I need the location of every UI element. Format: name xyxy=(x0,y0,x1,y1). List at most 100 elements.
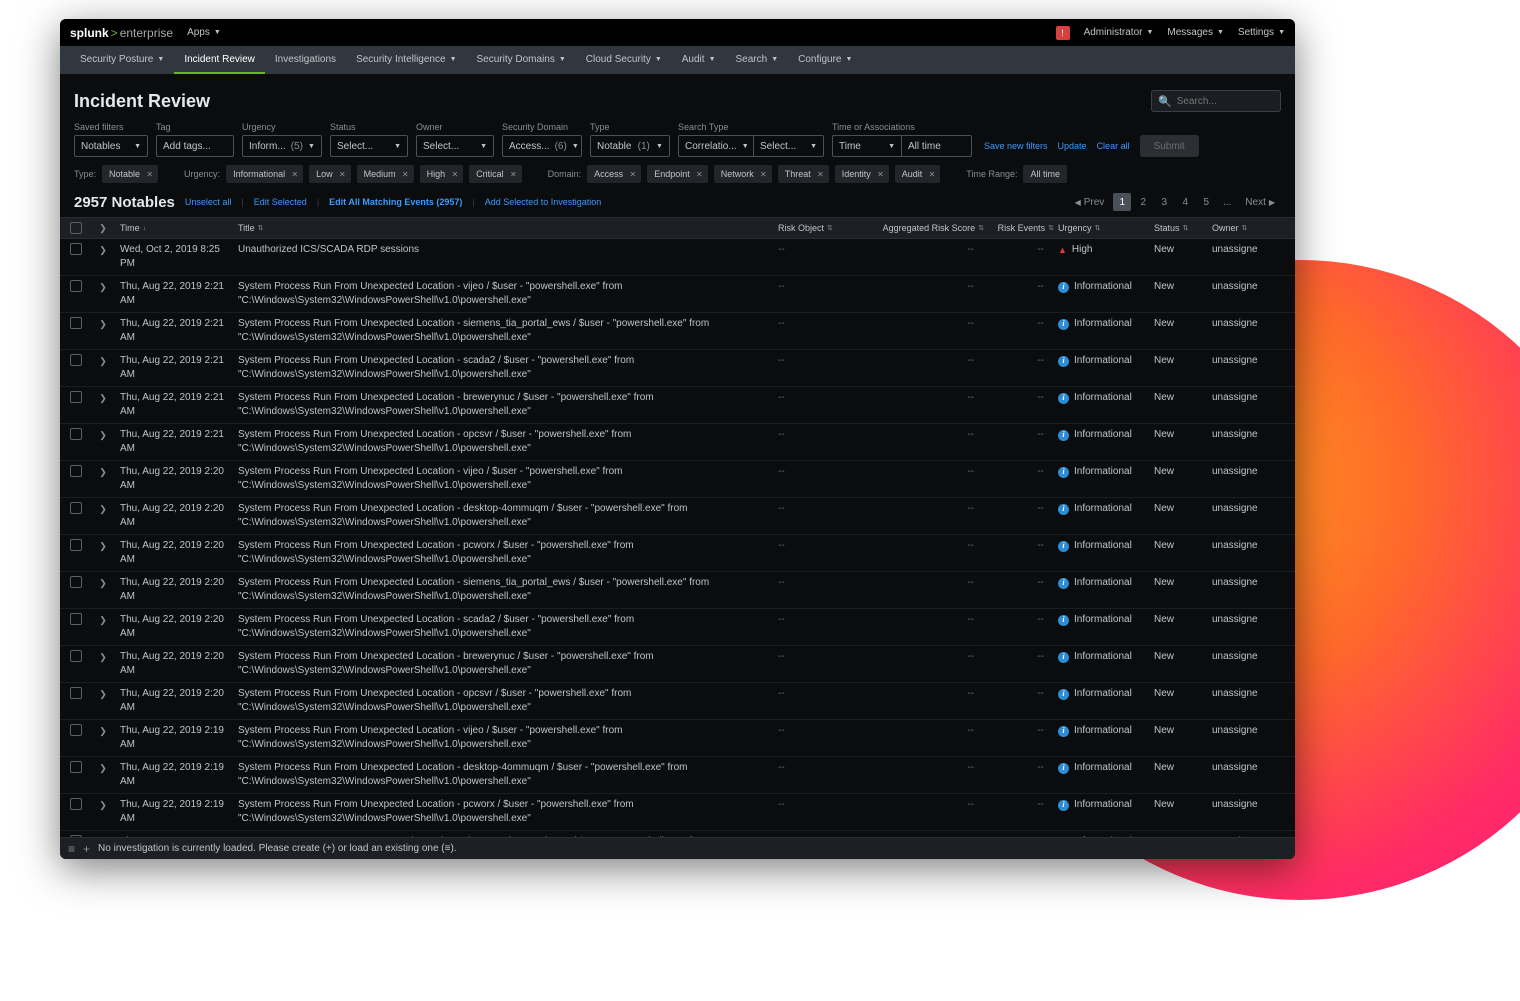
nav-security-domains[interactable]: Security Domains▼ xyxy=(467,46,576,74)
pager-prev[interactable]: ◀Prev xyxy=(1069,193,1111,211)
nav-search[interactable]: Search▼ xyxy=(726,46,789,74)
row-checkbox[interactable] xyxy=(70,391,82,403)
row-checkbox[interactable] xyxy=(70,576,82,588)
table-row[interactable]: ❯Thu, Aug 22, 2019 2:20 AMSystem Process… xyxy=(60,535,1295,572)
row-checkbox[interactable] xyxy=(70,502,82,514)
alert-badge[interactable]: ! xyxy=(1056,26,1070,40)
expand-all-icon[interactable]: ❯ xyxy=(90,221,116,235)
table-row[interactable]: ❯Thu, Aug 22, 2019 2:20 AMSystem Process… xyxy=(60,609,1295,646)
row-checkbox[interactable] xyxy=(70,465,82,477)
col-agg-risk-score[interactable]: Aggregated Risk Score⇅ xyxy=(874,223,984,233)
table-row[interactable]: ❯Thu, Aug 22, 2019 2:20 AMSystem Process… xyxy=(60,683,1295,720)
nav-cloud-security[interactable]: Cloud Security▼ xyxy=(576,46,672,74)
pill-informational[interactable]: Informational xyxy=(226,165,303,183)
row-checkbox[interactable] xyxy=(70,650,82,662)
expand-row-icon[interactable]: ❯ xyxy=(90,761,116,775)
update-link[interactable]: Update xyxy=(1058,141,1087,151)
urgency-dropdown[interactable]: Inform...(5)▼ xyxy=(242,135,322,157)
expand-row-icon[interactable]: ❯ xyxy=(90,613,116,627)
page-2[interactable]: 2 xyxy=(1134,193,1152,211)
nav-investigations[interactable]: Investigations xyxy=(265,46,346,74)
messages-menu[interactable]: Messages▼ xyxy=(1167,27,1224,38)
select-all-checkbox[interactable] xyxy=(70,222,82,234)
expand-row-icon[interactable]: ❯ xyxy=(90,354,116,368)
expand-row-icon[interactable]: ❯ xyxy=(90,650,116,664)
row-checkbox[interactable] xyxy=(70,243,82,255)
search-box[interactable]: 🔍 xyxy=(1151,90,1281,112)
pill-audit[interactable]: Audit xyxy=(895,165,941,183)
pill-network[interactable]: Network xyxy=(714,165,772,183)
tag-input[interactable]: Add tags... xyxy=(156,135,234,157)
nav-audit[interactable]: Audit▼ xyxy=(672,46,726,74)
table-row[interactable]: ❯Thu, Aug 22, 2019 2:19 AMSystem Process… xyxy=(60,794,1295,831)
expand-row-icon[interactable]: ❯ xyxy=(90,280,116,294)
search-type-secondary-dropdown[interactable]: Select...▼ xyxy=(754,135,824,157)
edit-selected-link[interactable]: Edit Selected xyxy=(254,197,307,207)
page-5[interactable]: 5 xyxy=(1197,193,1215,211)
expand-row-icon[interactable]: ❯ xyxy=(90,317,116,331)
table-row[interactable]: ❯Thu, Aug 22, 2019 2:20 AMSystem Process… xyxy=(60,498,1295,535)
expand-row-icon[interactable]: ❯ xyxy=(90,687,116,701)
table-row[interactable]: ❯Wed, Oct 2, 2019 8:25 PMUnauthorized IC… xyxy=(60,239,1295,276)
table-row[interactable]: ❯Thu, Aug 22, 2019 2:19 AMSystem Process… xyxy=(60,757,1295,794)
edit-all-matching-link[interactable]: Edit All Matching Events (2957) xyxy=(329,197,462,207)
pill-high[interactable]: High xyxy=(420,165,464,183)
time-range-dropdown[interactable]: All time xyxy=(902,135,972,157)
expand-row-icon[interactable]: ❯ xyxy=(90,576,116,590)
status-dropdown[interactable]: Select...▼ xyxy=(330,135,408,157)
nav-incident-review[interactable]: Incident Review xyxy=(174,46,265,74)
saved-filters-dropdown[interactable]: Notables▼ xyxy=(74,135,148,157)
type-dropdown[interactable]: Notable(1)▼ xyxy=(590,135,670,157)
search-input[interactable] xyxy=(1177,96,1274,107)
pill-identity[interactable]: Identity xyxy=(835,165,889,183)
col-status[interactable]: Status⇅ xyxy=(1150,223,1208,233)
col-urgency[interactable]: Urgency⇅ xyxy=(1054,223,1150,233)
pill-notable[interactable]: Notable xyxy=(102,165,158,183)
owner-dropdown[interactable]: Select...▼ xyxy=(416,135,494,157)
expand-row-icon[interactable]: ❯ xyxy=(90,798,116,812)
row-checkbox[interactable] xyxy=(70,687,82,699)
row-checkbox[interactable] xyxy=(70,354,82,366)
table-row[interactable]: ❯Thu, Aug 22, 2019 2:21 AMSystem Process… xyxy=(60,350,1295,387)
expand-row-icon[interactable]: ❯ xyxy=(90,539,116,553)
expand-row-icon[interactable]: ❯ xyxy=(90,243,116,257)
page-1[interactable]: 1 xyxy=(1113,193,1131,211)
pager-next[interactable]: Next▶ xyxy=(1239,193,1281,211)
page-4[interactable]: 4 xyxy=(1176,193,1194,211)
pill-access[interactable]: Access xyxy=(587,165,641,183)
admin-menu[interactable]: Administrator▼ xyxy=(1084,27,1154,38)
security-domain-dropdown[interactable]: Access...(6)▼ xyxy=(502,135,582,157)
pill-low[interactable]: Low xyxy=(309,165,351,183)
pill-endpoint[interactable]: Endpoint xyxy=(647,165,708,183)
add-icon[interactable]: + xyxy=(83,842,90,856)
row-checkbox[interactable] xyxy=(70,798,82,810)
table-row[interactable]: ❯Thu, Aug 22, 2019 2:20 AMSystem Process… xyxy=(60,646,1295,683)
nav-security-intelligence[interactable]: Security Intelligence▼ xyxy=(346,46,466,74)
expand-row-icon[interactable]: ❯ xyxy=(90,465,116,479)
expand-row-icon[interactable]: ❯ xyxy=(90,502,116,516)
clear-all-link[interactable]: Clear all xyxy=(1097,141,1130,151)
expand-row-icon[interactable]: ❯ xyxy=(90,428,116,442)
col-risk-object[interactable]: Risk Object⇅ xyxy=(774,223,874,233)
save-new-filters-link[interactable]: Save new filters xyxy=(984,141,1048,151)
row-checkbox[interactable] xyxy=(70,317,82,329)
pill-medium[interactable]: Medium xyxy=(357,165,414,183)
expand-row-icon[interactable]: ❯ xyxy=(90,391,116,405)
table-row[interactable]: ❯Thu, Aug 22, 2019 2:20 AMSystem Process… xyxy=(60,572,1295,609)
col-owner[interactable]: Owner⇅ xyxy=(1208,223,1278,233)
row-checkbox[interactable] xyxy=(70,539,82,551)
nav-security-posture[interactable]: Security Posture▼ xyxy=(70,46,174,74)
col-time[interactable]: Time↓ xyxy=(116,223,234,233)
pill-critical[interactable]: Critical xyxy=(469,165,522,183)
table-row[interactable]: ❯Thu, Aug 22, 2019 2:19 AMSystem Process… xyxy=(60,720,1295,757)
settings-menu[interactable]: Settings▼ xyxy=(1238,27,1285,38)
pill-all-time[interactable]: All time xyxy=(1023,165,1067,183)
table-row[interactable]: ❯Thu, Aug 22, 2019 2:21 AMSystem Process… xyxy=(60,276,1295,313)
nav-configure[interactable]: Configure▼ xyxy=(788,46,862,74)
page-3[interactable]: 3 xyxy=(1155,193,1173,211)
add-to-investigation-link[interactable]: Add Selected to Investigation xyxy=(485,197,602,207)
col-risk-events[interactable]: Risk Events⇅ xyxy=(984,223,1054,233)
row-checkbox[interactable] xyxy=(70,280,82,292)
search-type-dropdown[interactable]: Correlatio...▼ xyxy=(678,135,754,157)
apps-menu[interactable]: Apps▼ xyxy=(187,27,221,38)
